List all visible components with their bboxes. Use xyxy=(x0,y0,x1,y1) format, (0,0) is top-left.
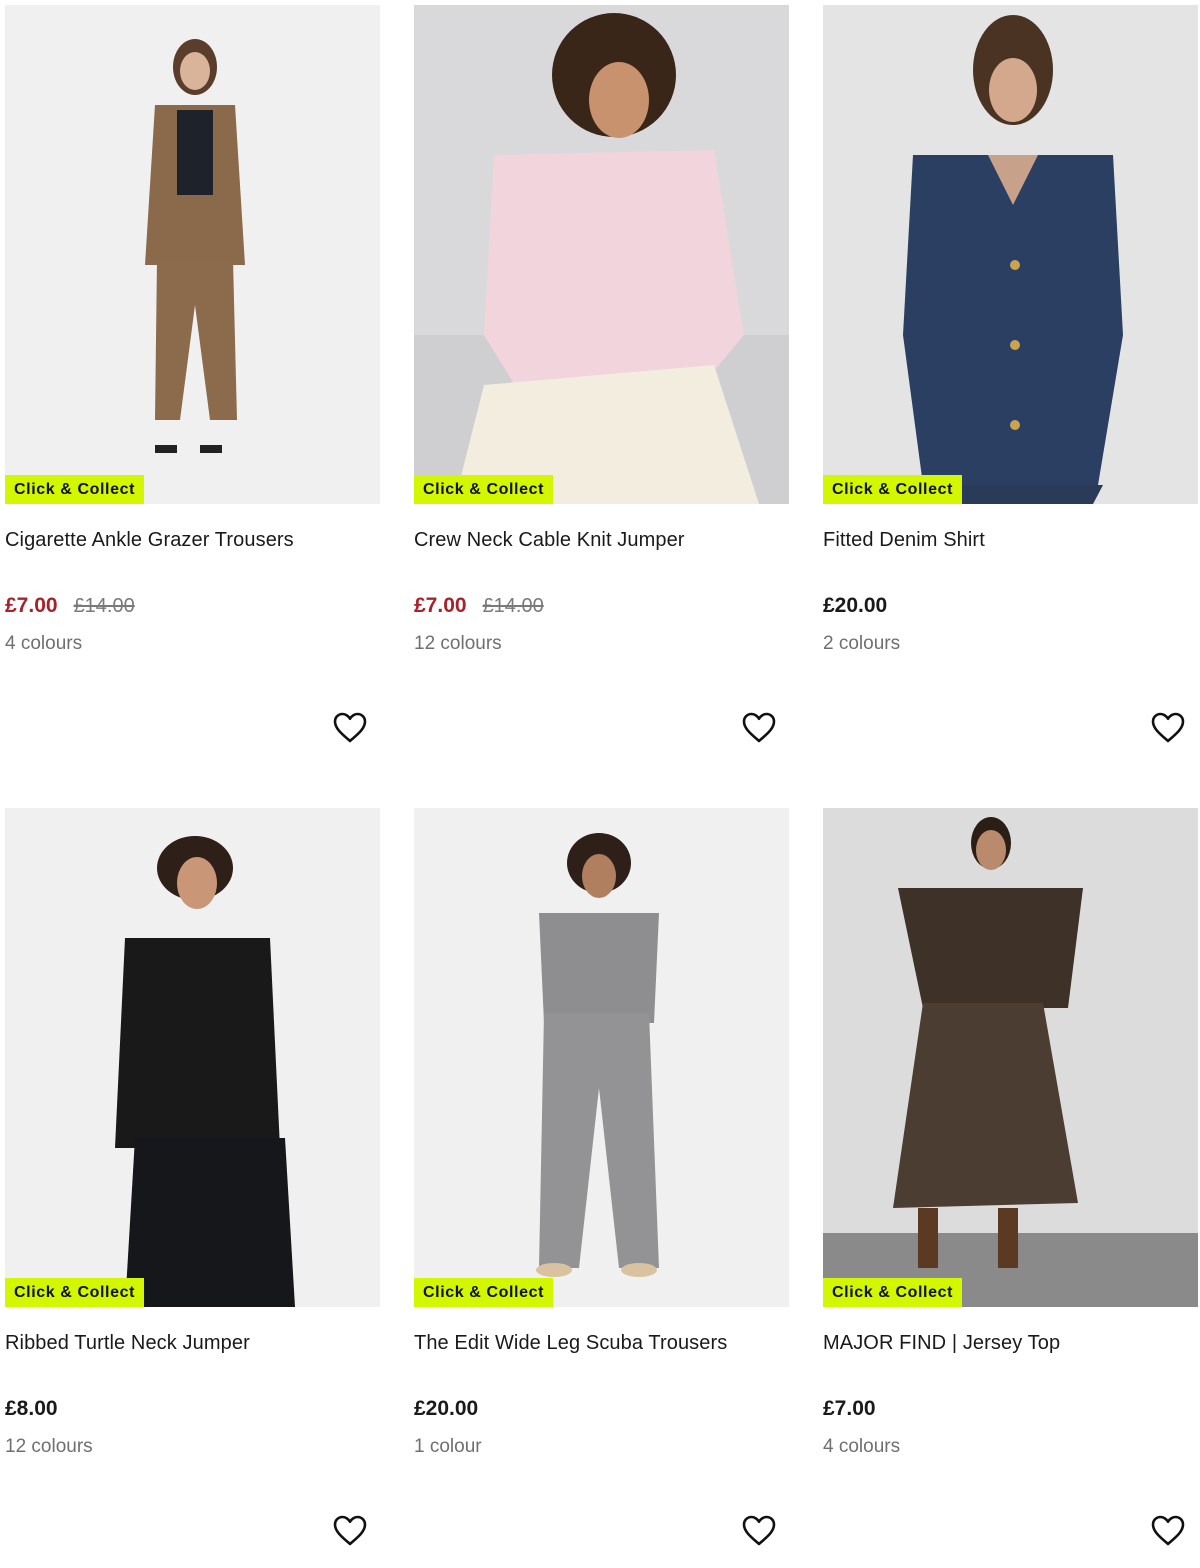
product-name[interactable]: Ribbed Turtle Neck Jumper xyxy=(5,1332,250,1355)
price-block: £7.00 £14.00 xyxy=(5,594,135,618)
colour-count: 4 colours xyxy=(823,1436,901,1457)
click-collect-badge: Click & Collect xyxy=(414,475,554,504)
wishlist-heart-icon[interactable] xyxy=(332,1513,368,1549)
colour-count: 12 colours xyxy=(414,633,502,654)
price: £7.00 xyxy=(823,1397,876,1420)
colour-count: 12 colours xyxy=(5,1436,93,1457)
price-block: £7.00 xyxy=(823,1397,876,1421)
price-block: £20.00 xyxy=(414,1397,478,1421)
click-collect-badge: Click & Collect xyxy=(5,1278,145,1307)
product-card[interactable]: Click & Collect Fitted Denim Shirt £20.0… xyxy=(823,5,1198,765)
wishlist-heart-icon[interactable] xyxy=(1150,1513,1186,1549)
product-card[interactable]: Click & Collect Crew Neck Cable Knit Jum… xyxy=(414,5,789,765)
product-card[interactable]: Click & Collect MAJOR FIND | Jersey Top … xyxy=(823,808,1198,1568)
product-grid: Click & Collect Cigarette Ankle Grazer T… xyxy=(0,0,1200,1551)
sale-price: £7.00 xyxy=(414,594,467,617)
product-image[interactable] xyxy=(414,5,789,504)
wishlist-heart-icon[interactable] xyxy=(1150,710,1186,746)
price-block: £8.00 xyxy=(5,1397,58,1421)
product-name[interactable]: Cigarette Ankle Grazer Trousers xyxy=(5,529,294,552)
product-name[interactable]: The Edit Wide Leg Scuba Trousers xyxy=(414,1332,727,1355)
product-card[interactable]: Click & Collect Cigarette Ankle Grazer T… xyxy=(5,5,380,765)
original-price: £14.00 xyxy=(482,595,544,617)
price: £20.00 xyxy=(823,594,888,617)
wishlist-heart-icon[interactable] xyxy=(332,710,368,746)
price: £8.00 xyxy=(5,1397,58,1420)
wishlist-heart-icon[interactable] xyxy=(741,710,777,746)
product-card[interactable]: Click & Collect The Edit Wide Leg Scuba … xyxy=(414,808,789,1568)
colour-count: 4 colours xyxy=(5,633,83,654)
click-collect-badge: Click & Collect xyxy=(5,475,145,504)
product-image[interactable] xyxy=(823,808,1198,1307)
colour-count: 2 colours xyxy=(823,633,901,654)
price: £20.00 xyxy=(414,1397,479,1420)
product-image[interactable] xyxy=(5,808,380,1307)
product-name[interactable]: Crew Neck Cable Knit Jumper xyxy=(414,529,685,552)
product-name[interactable]: Fitted Denim Shirt xyxy=(823,529,985,552)
product-image[interactable] xyxy=(823,5,1198,504)
product-card[interactable]: Click & Collect Ribbed Turtle Neck Jumpe… xyxy=(5,808,380,1568)
colour-count: 1 colour xyxy=(414,1436,482,1457)
product-image[interactable] xyxy=(414,808,789,1307)
wishlist-heart-icon[interactable] xyxy=(741,1513,777,1549)
product-image[interactable] xyxy=(5,5,380,504)
click-collect-badge: Click & Collect xyxy=(823,475,963,504)
click-collect-badge: Click & Collect xyxy=(414,1278,554,1307)
price-block: £7.00 £14.00 xyxy=(414,594,544,618)
original-price: £14.00 xyxy=(73,595,135,617)
product-name[interactable]: MAJOR FIND | Jersey Top xyxy=(823,1332,1060,1355)
click-collect-badge: Click & Collect xyxy=(823,1278,963,1307)
sale-price: £7.00 xyxy=(5,594,58,617)
price-block: £20.00 xyxy=(823,594,887,618)
